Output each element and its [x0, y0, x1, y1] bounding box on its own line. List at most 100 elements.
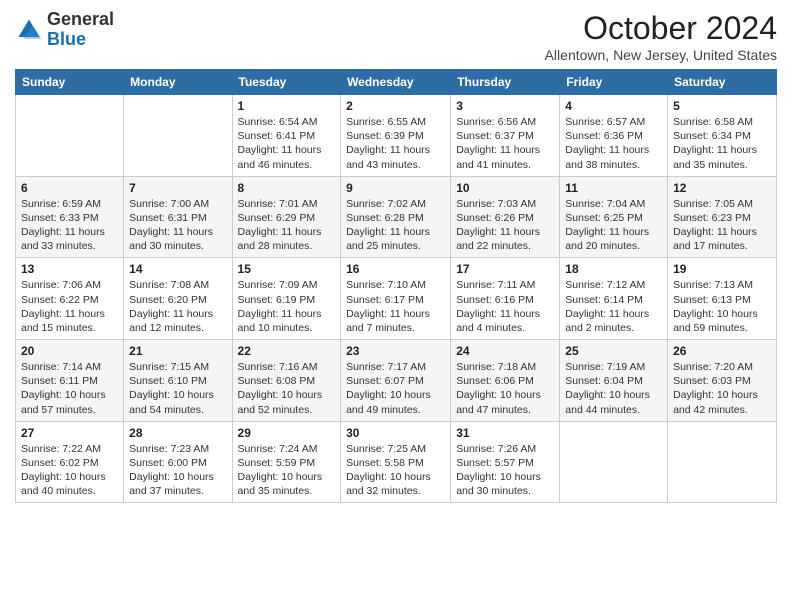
- weekday-header-sunday: Sunday: [16, 70, 124, 95]
- calendar-week-5: 27 Sunrise: 7:22 AM Sunset: 6:02 PM Dayli…: [16, 421, 777, 503]
- calendar-cell: 29 Sunrise: 7:24 AM Sunset: 5:59 PM Dayli…: [232, 421, 341, 503]
- calendar-cell: 16 Sunrise: 7:10 AM Sunset: 6:17 PM Dayli…: [341, 258, 451, 340]
- logo: General Blue: [15, 10, 114, 50]
- calendar-cell: [16, 95, 124, 177]
- calendar-cell: 7 Sunrise: 7:00 AM Sunset: 6:31 PM Daylig…: [124, 176, 232, 258]
- day-info: Sunrise: 7:10 AM Sunset: 6:17 PM Dayligh…: [346, 278, 445, 335]
- day-number: 24: [456, 344, 554, 358]
- calendar-cell: 24 Sunrise: 7:18 AM Sunset: 6:06 PM Dayli…: [451, 340, 560, 422]
- day-number: 10: [456, 181, 554, 195]
- day-number: 2: [346, 99, 445, 113]
- day-info: Sunrise: 7:01 AM Sunset: 6:29 PM Dayligh…: [238, 197, 336, 254]
- day-number: 30: [346, 426, 445, 440]
- day-info: Sunrise: 6:55 AM Sunset: 6:39 PM Dayligh…: [346, 115, 445, 172]
- day-number: 6: [21, 181, 118, 195]
- day-number: 18: [565, 262, 662, 276]
- header: General Blue October 2024 Allentown, New…: [15, 10, 777, 63]
- day-number: 9: [346, 181, 445, 195]
- day-info: Sunrise: 7:26 AM Sunset: 5:57 PM Dayligh…: [456, 442, 554, 499]
- day-number: 8: [238, 181, 336, 195]
- day-info: Sunrise: 6:57 AM Sunset: 6:36 PM Dayligh…: [565, 115, 662, 172]
- day-info: Sunrise: 6:59 AM Sunset: 6:33 PM Dayligh…: [21, 197, 118, 254]
- day-info: Sunrise: 7:24 AM Sunset: 5:59 PM Dayligh…: [238, 442, 336, 499]
- calendar-week-2: 6 Sunrise: 6:59 AM Sunset: 6:33 PM Daylig…: [16, 176, 777, 258]
- weekday-header-thursday: Thursday: [451, 70, 560, 95]
- logo-icon: [15, 16, 43, 44]
- day-number: 23: [346, 344, 445, 358]
- calendar-cell: 2 Sunrise: 6:55 AM Sunset: 6:39 PM Daylig…: [341, 95, 451, 177]
- day-number: 28: [129, 426, 226, 440]
- day-info: Sunrise: 7:08 AM Sunset: 6:20 PM Dayligh…: [129, 278, 226, 335]
- day-number: 1: [238, 99, 336, 113]
- day-info: Sunrise: 7:11 AM Sunset: 6:16 PM Dayligh…: [456, 278, 554, 335]
- calendar-cell: 3Sunrise: 6:56 AM Sunset: 6:37 PM Daylig…: [451, 95, 560, 177]
- day-number: 4: [565, 99, 662, 113]
- day-number: 11: [565, 181, 662, 195]
- day-info: Sunrise: 7:00 AM Sunset: 6:31 PM Dayligh…: [129, 197, 226, 254]
- day-info: Sunrise: 7:23 AM Sunset: 6:00 PM Dayligh…: [129, 442, 226, 499]
- day-number: 17: [456, 262, 554, 276]
- month-title: October 2024: [545, 10, 777, 47]
- calendar-cell: 22Sunrise: 7:16 AM Sunset: 6:08 PM Dayli…: [232, 340, 341, 422]
- day-info: Sunrise: 7:05 AM Sunset: 6:23 PM Dayligh…: [673, 197, 771, 254]
- calendar-week-1: 1 Sunrise: 6:54 AM Sunset: 6:41 PM Daylig…: [16, 95, 777, 177]
- calendar-cell: 21 Sunrise: 7:15 AM Sunset: 6:10 PM Dayli…: [124, 340, 232, 422]
- logo-blue-text: Blue: [47, 29, 86, 49]
- day-number: 27: [21, 426, 118, 440]
- weekday-header-friday: Friday: [560, 70, 668, 95]
- day-info: Sunrise: 7:18 AM Sunset: 6:06 PM Dayligh…: [456, 360, 554, 417]
- calendar-cell: 17 Sunrise: 7:11 AM Sunset: 6:16 PM Dayli…: [451, 258, 560, 340]
- weekday-header-tuesday: Tuesday: [232, 70, 341, 95]
- calendar-cell: 10 Sunrise: 7:03 AM Sunset: 6:26 PM Dayli…: [451, 176, 560, 258]
- day-info: Sunrise: 7:06 AM Sunset: 6:22 PM Dayligh…: [21, 278, 118, 335]
- day-info: Sunrise: 7:22 AM Sunset: 6:02 PM Dayligh…: [21, 442, 118, 499]
- day-number: 15: [238, 262, 336, 276]
- day-info: Sunrise: 7:02 AM Sunset: 6:28 PM Dayligh…: [346, 197, 445, 254]
- calendar-cell: 9 Sunrise: 7:02 AM Sunset: 6:28 PM Daylig…: [341, 176, 451, 258]
- calendar-cell: 28 Sunrise: 7:23 AM Sunset: 6:00 PM Dayli…: [124, 421, 232, 503]
- day-info: Sunrise: 7:15 AM Sunset: 6:10 PM Dayligh…: [129, 360, 226, 417]
- calendar-cell: 14Sunrise: 7:08 AM Sunset: 6:20 PM Dayli…: [124, 258, 232, 340]
- day-number: 25: [565, 344, 662, 358]
- day-info: Sunrise: 7:09 AM Sunset: 6:19 PM Dayligh…: [238, 278, 336, 335]
- weekday-header-row: SundayMondayTuesdayWednesdayThursdayFrid…: [16, 70, 777, 95]
- title-block: October 2024 Allentown, New Jersey, Unit…: [545, 10, 777, 63]
- day-info: Sunrise: 7:19 AM Sunset: 6:04 PM Dayligh…: [565, 360, 662, 417]
- calendar-cell: 12 Sunrise: 7:05 AM Sunset: 6:23 PM Dayli…: [668, 176, 777, 258]
- logo-general-text: General: [47, 9, 114, 29]
- day-number: 16: [346, 262, 445, 276]
- day-number: 21: [129, 344, 226, 358]
- calendar-cell: 31Sunrise: 7:26 AM Sunset: 5:57 PM Dayli…: [451, 421, 560, 503]
- page: General Blue October 2024 Allentown, New…: [0, 0, 792, 612]
- day-info: Sunrise: 7:12 AM Sunset: 6:14 PM Dayligh…: [565, 278, 662, 335]
- calendar-cell: 8 Sunrise: 7:01 AM Sunset: 6:29 PM Daylig…: [232, 176, 341, 258]
- day-info: Sunrise: 7:03 AM Sunset: 6:26 PM Dayligh…: [456, 197, 554, 254]
- weekday-header-monday: Monday: [124, 70, 232, 95]
- calendar-cell: 27 Sunrise: 7:22 AM Sunset: 6:02 PM Dayli…: [16, 421, 124, 503]
- weekday-header-saturday: Saturday: [668, 70, 777, 95]
- calendar-cell: 26Sunrise: 7:20 AM Sunset: 6:03 PM Dayli…: [668, 340, 777, 422]
- day-info: Sunrise: 7:17 AM Sunset: 6:07 PM Dayligh…: [346, 360, 445, 417]
- calendar-cell: 1 Sunrise: 6:54 AM Sunset: 6:41 PM Daylig…: [232, 95, 341, 177]
- calendar-cell: 19Sunrise: 7:13 AM Sunset: 6:13 PM Dayli…: [668, 258, 777, 340]
- day-number: 12: [673, 181, 771, 195]
- day-number: 7: [129, 181, 226, 195]
- calendar-cell: 5Sunrise: 6:58 AM Sunset: 6:34 PM Daylig…: [668, 95, 777, 177]
- day-number: 26: [673, 344, 771, 358]
- calendar-cell: 20 Sunrise: 7:14 AM Sunset: 6:11 PM Dayli…: [16, 340, 124, 422]
- day-info: Sunrise: 6:54 AM Sunset: 6:41 PM Dayligh…: [238, 115, 336, 172]
- calendar-week-3: 13 Sunrise: 7:06 AM Sunset: 6:22 PM Dayli…: [16, 258, 777, 340]
- calendar-cell: [124, 95, 232, 177]
- day-info: Sunrise: 7:14 AM Sunset: 6:11 PM Dayligh…: [21, 360, 118, 417]
- calendar-cell: 30Sunrise: 7:25 AM Sunset: 5:58 PM Dayli…: [341, 421, 451, 503]
- day-number: 20: [21, 344, 118, 358]
- day-number: 13: [21, 262, 118, 276]
- calendar-cell: 13 Sunrise: 7:06 AM Sunset: 6:22 PM Dayli…: [16, 258, 124, 340]
- day-number: 29: [238, 426, 336, 440]
- calendar-table: SundayMondayTuesdayWednesdayThursdayFrid…: [15, 69, 777, 503]
- day-info: Sunrise: 7:16 AM Sunset: 6:08 PM Dayligh…: [238, 360, 336, 417]
- calendar-cell: 15 Sunrise: 7:09 AM Sunset: 6:19 PM Dayli…: [232, 258, 341, 340]
- day-number: 3: [456, 99, 554, 113]
- calendar-week-4: 20 Sunrise: 7:14 AM Sunset: 6:11 PM Dayli…: [16, 340, 777, 422]
- calendar-cell: 4 Sunrise: 6:57 AM Sunset: 6:36 PM Daylig…: [560, 95, 668, 177]
